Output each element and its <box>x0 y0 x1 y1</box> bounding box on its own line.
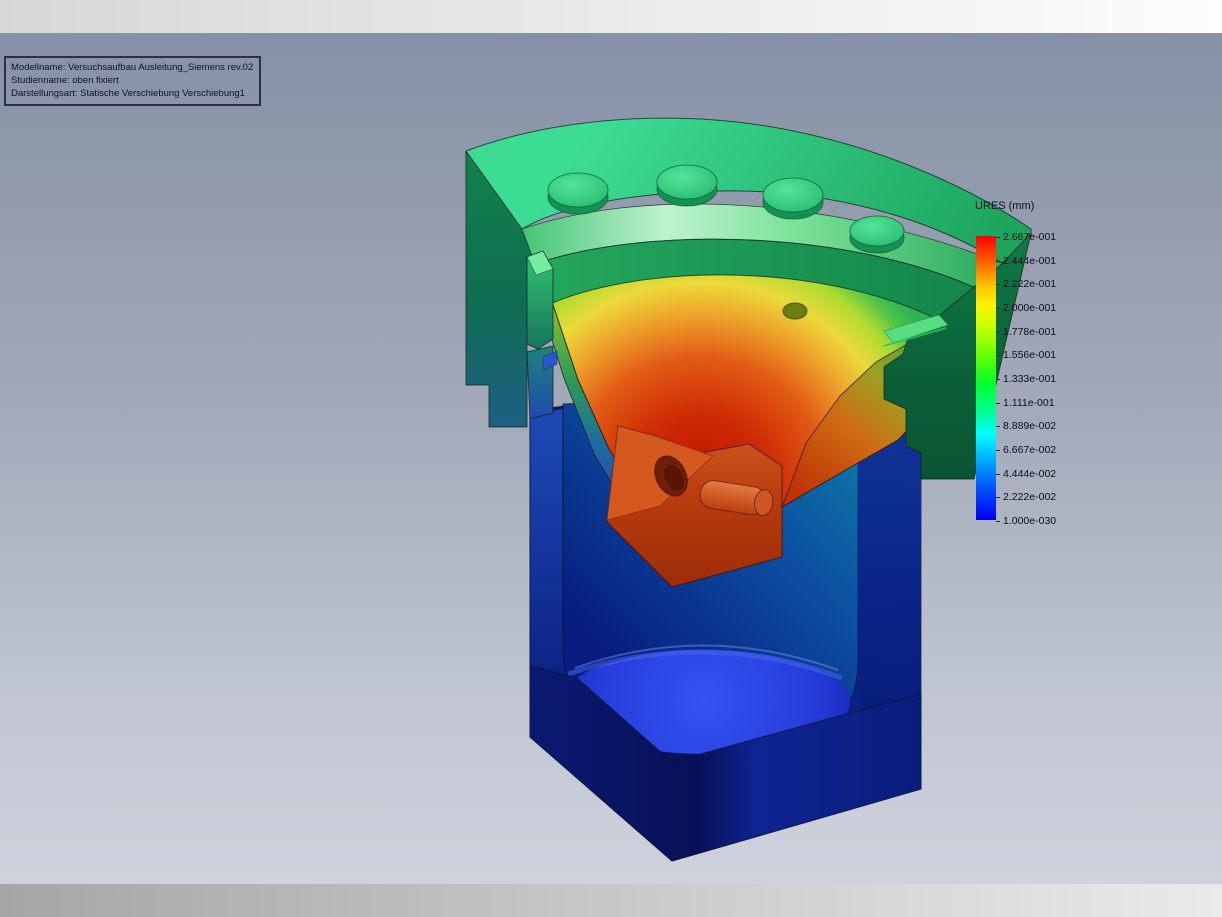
bolt-boss-4[interactable] <box>850 216 904 253</box>
legend-tick-label: 4.444e-002 <box>1003 468 1056 480</box>
legend-tick-label: 2.222e-001 <box>1003 278 1056 290</box>
boss-top <box>548 173 608 207</box>
boss-top <box>763 178 823 212</box>
legend-tick-label: 8.889e-002 <box>1003 420 1056 432</box>
legend-tick-label: 2.222e-002 <box>1003 491 1056 503</box>
model-name-line: Modellname: Versuchsaufbau Ausleitung_Si… <box>11 61 253 74</box>
legend-tick-label: 1.556e-001 <box>1003 349 1056 361</box>
legend-tick-label: 1.000e-030 <box>1003 515 1056 527</box>
legend-tick-label: 1.333e-001 <box>1003 373 1056 385</box>
study-name-line: Studienname: oben fixiert <box>11 74 253 87</box>
result-legend: URES (mm) 2.667e-001 2.444e-001 2.222e-0… <box>975 200 1095 540</box>
legend-color-bar <box>976 236 996 520</box>
bolt-boss-1[interactable] <box>548 173 608 214</box>
study-info-box: Modellname: Versuchsaufbau Ausleitung_Si… <box>4 56 261 106</box>
legend-tick-label: 2.444e-001 <box>1003 255 1056 267</box>
cad-simulation-window: { "info_box": { "lines": [ "Modellname: … <box>0 0 1222 917</box>
cone-vent-hole <box>783 303 807 319</box>
legend-tick-label: 2.667e-001 <box>1003 231 1056 243</box>
bolt-boss-3[interactable] <box>763 178 823 219</box>
plot-type-line: Darstellungsart: Statische Verschiebung … <box>11 87 253 100</box>
bolt-boss-2[interactable] <box>657 165 717 206</box>
legend-title: URES (mm) <box>975 200 1034 212</box>
legend-tick-label: 2.000e-001 <box>1003 302 1056 314</box>
boss-top <box>850 216 904 246</box>
legend-tick-label: 6.667e-002 <box>1003 444 1056 456</box>
legend-tick-label: 1.111e-001 <box>1003 397 1055 409</box>
legend-tick-label: 1.778e-001 <box>1003 326 1056 338</box>
boss-top <box>657 165 717 199</box>
